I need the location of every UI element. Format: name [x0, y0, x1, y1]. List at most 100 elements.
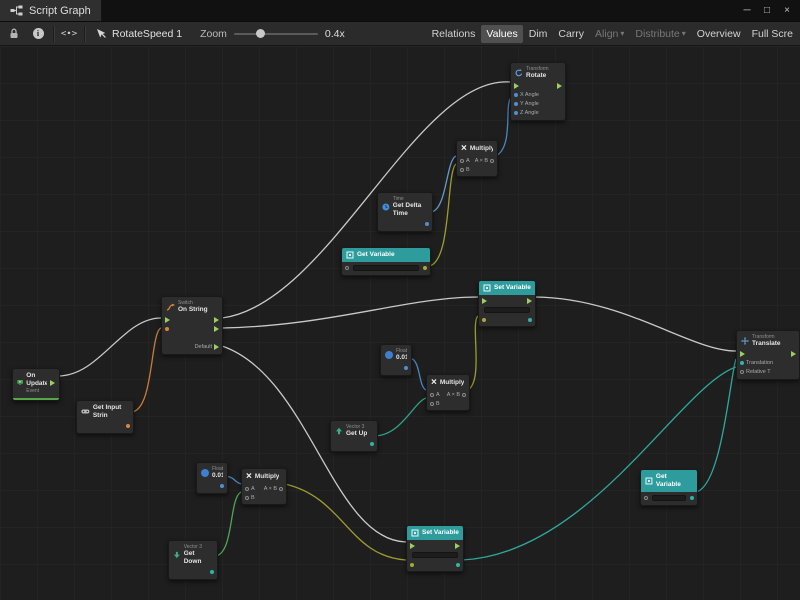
- code-view-button[interactable]: <∙>: [57, 23, 81, 45]
- lock-button[interactable]: [2, 23, 26, 45]
- node-transform-rotate[interactable]: TransformRotate X Angle Y Angle Z Angle: [510, 62, 566, 121]
- variable-name-dropdown[interactable]: [412, 552, 458, 558]
- port-dot[interactable]: [345, 266, 349, 270]
- variable-name-dropdown[interactable]: [353, 265, 419, 271]
- port-dot[interactable]: [514, 111, 518, 115]
- wire-get-input-string-to-switch[interactable]: [131, 328, 161, 412]
- port-dot[interactable]: [740, 361, 744, 365]
- close-button[interactable]: ×: [778, 2, 796, 20]
- flow-out-port[interactable]: [214, 326, 219, 332]
- wire-multiply-bottom-to-set-variable-bottom[interactable]: [285, 484, 406, 560]
- wire-get-variable-top-to-multiply-top[interactable]: [429, 164, 456, 266]
- port-dot[interactable]: [430, 402, 434, 406]
- zoom-slider-knob[interactable]: [256, 29, 265, 38]
- port-dot[interactable]: [456, 563, 460, 567]
- node-multiply-mid[interactable]: × Multiply AA × B B: [426, 374, 470, 411]
- node-get-variable-right[interactable]: Get Variable: [640, 470, 698, 506]
- graph-canvas[interactable]: TransformRotate X Angle Y Angle Z Angle …: [0, 46, 800, 600]
- port-dot[interactable]: [690, 496, 694, 500]
- port-dot[interactable]: [425, 222, 429, 226]
- port-dot[interactable]: [245, 487, 249, 491]
- wire-get-delta-time-to-multiply-top[interactable]: [431, 156, 456, 212]
- port-dot[interactable]: [462, 393, 466, 397]
- port-dot[interactable]: [482, 318, 486, 322]
- flow-out-port[interactable]: [455, 543, 460, 549]
- distribute-button[interactable]: Distribute ▾: [630, 25, 690, 43]
- node-vector3-get-up[interactable]: Vector 3Get Up: [330, 420, 378, 452]
- tab-script-graph[interactable]: Script Graph: [0, 0, 102, 21]
- port-dot[interactable]: [245, 496, 249, 500]
- port-dot[interactable]: [644, 496, 648, 500]
- node-get-input-string[interactable]: Get Input Strin: [76, 400, 134, 434]
- wire-float-bottom-to-multiply-bottom[interactable]: [226, 476, 241, 484]
- node-transform-translate[interactable]: TransformTranslate Translation Relative …: [736, 330, 800, 380]
- port-dot[interactable]: [126, 424, 130, 428]
- node-multiply-top[interactable]: × Multiply AA × B B: [456, 140, 498, 177]
- flow-in-port[interactable]: [410, 543, 415, 549]
- port-dot[interactable]: [528, 318, 532, 322]
- node-set-variable-mid[interactable]: Set Variable: [478, 281, 536, 327]
- flow-out-port[interactable]: [527, 298, 532, 304]
- node-float-bottom[interactable]: Float0.01: [196, 462, 228, 494]
- wire-float-mid-to-multiply-mid[interactable]: [410, 358, 426, 390]
- node-multiply-bottom[interactable]: × Multiply AA × B B: [241, 468, 287, 505]
- flow-in-port[interactable]: [482, 298, 487, 304]
- port-dot[interactable]: [210, 570, 214, 574]
- port-dot[interactable]: [460, 159, 464, 163]
- flow-in-port[interactable]: [514, 83, 519, 89]
- port-dot[interactable]: [279, 487, 283, 491]
- node-float-mid[interactable]: Float0.01: [380, 344, 412, 376]
- zoom-slider[interactable]: [234, 33, 318, 35]
- maximize-button[interactable]: □: [758, 2, 776, 20]
- flow-out-port[interactable]: [557, 83, 562, 89]
- wire-get-down-to-multiply-bottom[interactable]: [216, 492, 241, 556]
- info-button[interactable]: i: [26, 23, 50, 45]
- variable-name-dropdown[interactable]: [652, 495, 686, 501]
- port-dot[interactable]: [410, 563, 414, 567]
- wire-switch-to-rotate[interactable]: [222, 82, 510, 318]
- port-dot[interactable]: [740, 370, 744, 374]
- wire-on-update-to-switch[interactable]: [58, 318, 161, 376]
- node-on-update[interactable]: On UpdateEvent: [12, 368, 60, 401]
- port-dot[interactable]: [404, 366, 408, 370]
- port-dot[interactable]: [423, 266, 427, 270]
- minimize-button[interactable]: ─: [738, 2, 756, 20]
- flow-out-port[interactable]: [50, 380, 55, 386]
- flow-out-port[interactable]: [214, 344, 219, 350]
- wire-set-variable-bottom-to-translate[interactable]: [462, 367, 736, 560]
- node-set-variable-bottom[interactable]: Set Variable: [406, 526, 464, 572]
- variable-name-dropdown[interactable]: [484, 307, 530, 313]
- node-header: × Multiply: [457, 141, 497, 156]
- wire-multiply-top-to-rotate[interactable]: [496, 98, 511, 156]
- relations-button[interactable]: Relations: [427, 25, 481, 43]
- port-dot[interactable]: [460, 168, 464, 172]
- port-dot[interactable]: [165, 327, 169, 331]
- fullscreen-button[interactable]: Full Scre: [747, 25, 798, 43]
- node-get-variable-top[interactable]: Get Variable: [341, 248, 431, 276]
- wire-set-variable-mid-to-translate[interactable]: [535, 297, 736, 351]
- graph-breadcrumb[interactable]: RotateSpeed 1: [88, 28, 190, 40]
- values-button[interactable]: Values: [481, 25, 522, 43]
- wire-get-up-to-multiply-mid[interactable]: [376, 398, 426, 436]
- node-vector3-get-down[interactable]: Vector 3Get Down: [168, 540, 218, 580]
- port-dot[interactable]: [220, 484, 224, 488]
- align-button[interactable]: Align ▾: [590, 25, 629, 43]
- dim-button[interactable]: Dim: [524, 25, 553, 43]
- wire-switch-to-set-variable-mid[interactable]: [222, 297, 478, 328]
- flow-in-port[interactable]: [165, 317, 170, 323]
- port-dot[interactable]: [370, 442, 374, 446]
- overview-button[interactable]: Overview: [692, 25, 746, 43]
- flow-out-port[interactable]: [791, 351, 796, 357]
- node-header: Get Variable: [342, 248, 430, 262]
- node-header: Vector 3Get Up: [331, 421, 377, 440]
- port-dot[interactable]: [514, 93, 518, 97]
- port-dot[interactable]: [514, 102, 518, 106]
- port-dot[interactable]: [490, 159, 494, 163]
- port-dot[interactable]: [430, 393, 434, 397]
- node-switch-on-string[interactable]: SwitchOn String Default: [161, 296, 223, 355]
- wire-switch-to-set-variable-bottom[interactable]: [222, 346, 406, 542]
- carry-button[interactable]: Carry: [553, 25, 589, 43]
- node-get-delta-time[interactable]: TimeGet Delta Time: [377, 192, 433, 232]
- flow-in-port[interactable]: [740, 351, 745, 357]
- flow-out-port[interactable]: [214, 317, 219, 323]
